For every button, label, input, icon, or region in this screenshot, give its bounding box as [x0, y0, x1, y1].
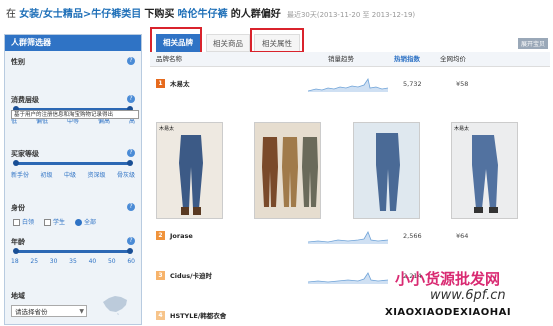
tick-label: 50 [107, 258, 116, 265]
tab-related-products[interactable]: 相关商品 [206, 34, 250, 52]
jeans-photo-icon [157, 123, 222, 218]
highlight-box [250, 28, 304, 53]
brand-name[interactable]: 木易太 [170, 74, 190, 94]
age-ticks: 18 25 30 35 40 50 60 [11, 258, 135, 265]
gender-tooltip: 基于用户的注册信息和淘宝购物记录得出 [11, 110, 139, 119]
help-icon[interactable]: ? [127, 57, 135, 65]
identity-options: 白领 学生 全部 [13, 217, 137, 226]
tick-label: 新手份 [11, 172, 30, 179]
tick-label: 骨灰级 [116, 172, 135, 179]
highlight-box [150, 27, 202, 54]
rank-badge: 2 [156, 231, 165, 240]
breadcrumb-mid: 下购买 [144, 9, 175, 20]
chevron-down-icon: ▼ [79, 308, 84, 315]
help-icon[interactable]: ? [127, 203, 135, 211]
tick-label: 25 [30, 258, 39, 265]
identity-option-white-collar[interactable]: 白领 [13, 217, 34, 226]
tick-label: 60 [127, 258, 135, 265]
sales-trend-sparkline [308, 77, 388, 92]
col-trend: 销量趋势 [328, 55, 354, 63]
product-thumbnail[interactable]: 木易太 [451, 122, 518, 219]
tick-label: 30 [49, 258, 58, 265]
crowd-filter-panel: 人群筛选器 性别 ? 基于用户的注册信息和淘宝购物记录得出 消费层级 ? 低 偏… [4, 34, 142, 325]
breadcrumb-prefix: 在 [6, 9, 16, 20]
tick-label: 18 [11, 258, 19, 265]
tick-label: 初级 [40, 172, 53, 179]
slider-handle-min[interactable] [13, 160, 19, 166]
tick-label: 35 [69, 258, 77, 265]
brand-name[interactable]: HSTYLE/韩都衣舍 [170, 306, 226, 326]
brand-name[interactable]: Jorase [170, 226, 193, 246]
help-icon[interactable]: ? [127, 237, 135, 245]
tick-label: 中级 [63, 172, 76, 179]
tick-label: 40 [88, 258, 97, 265]
option-label: 白领 [22, 219, 35, 226]
rank-badge: 1 [156, 79, 165, 88]
watermark-url: www.6pf.cn [430, 288, 506, 303]
help-icon[interactable]: ? [127, 149, 135, 157]
expand-products-button[interactable]: 展开宝贝 [517, 38, 548, 49]
hot-index: 5,732 [403, 80, 422, 88]
identity-option-all[interactable]: 全部 [75, 217, 96, 226]
option-label: 全部 [84, 219, 97, 226]
col-avg-price[interactable]: 全网均价 [440, 52, 466, 66]
gender-section: 性别 ? [11, 57, 135, 73]
checkbox[interactable] [44, 219, 52, 226]
rank-badge: 4 [156, 311, 165, 320]
product-thumbnail[interactable] [353, 122, 420, 219]
help-icon[interactable]: ? [127, 95, 135, 103]
tick-label: 资深级 [87, 172, 106, 179]
jeans-photo-icon [354, 123, 419, 218]
slider-handle-max[interactable] [127, 160, 133, 166]
slider-handle-min[interactable] [13, 248, 19, 254]
avg-price: ¥64 [456, 232, 469, 240]
buyer-level-label: 买家等级 [11, 150, 39, 158]
breadcrumb-brand-link[interactable]: 哈伦牛仔裤 [178, 9, 228, 20]
radio-selected[interactable] [75, 219, 83, 226]
col-brand: 品牌名称 [156, 55, 182, 63]
rank-badge: 3 [156, 271, 165, 280]
date-range: 最近30天(2013-11-20 至 2013-12-19) [286, 11, 416, 19]
watermark-logo: 小小货源批发网 [395, 270, 501, 288]
page-breadcrumb: 在 女装/女士精品>牛仔裤类目 下购买 哈伦牛仔裤 的人群偏好 最近30天(20… [6, 4, 415, 26]
jeans-photo-icon [255, 123, 320, 218]
slider-handle-max[interactable] [127, 248, 133, 254]
buyer-level-section: 买家等级 ? 新手份 初级 中级 资深级 骨灰级 [11, 149, 135, 181]
breadcrumb-category-link[interactable]: 女装/女士精品>牛仔裤类目 [19, 9, 141, 20]
province-select[interactable]: 请选择省份 ▼ [11, 305, 87, 317]
option-label: 学生 [53, 219, 66, 226]
sales-trend-sparkline [308, 231, 388, 244]
product-brand-tag: 木易太 [159, 126, 175, 132]
consumption-label: 消费层级 [11, 96, 39, 104]
product-thumbnail[interactable]: 木易太 [156, 122, 223, 219]
breadcrumb-suffix: 的人群偏好 [230, 9, 281, 20]
hot-index: 2,566 [403, 232, 422, 240]
age-slider[interactable] [13, 248, 133, 254]
product-thumbnail[interactable] [254, 122, 321, 219]
age-section: 年龄 ? 18 25 30 35 40 50 60 [11, 237, 135, 271]
buyer-level-ticks: 新手份 初级 中级 资深级 骨灰级 [11, 170, 135, 179]
province-select-value: 请选择省份 [15, 308, 48, 316]
gender-label: 性别 [11, 58, 25, 66]
brand-name[interactable]: Cidus/卡迪时 [170, 266, 212, 286]
table-header: 品牌名称 销量趋势 热销指数 全网均价 [150, 52, 550, 67]
identity-option-student[interactable]: 学生 [44, 217, 65, 226]
col-hot-index[interactable]: 热销指数 [394, 52, 420, 66]
avg-price: ¥58 [456, 80, 469, 88]
buyer-level-slider[interactable] [13, 160, 133, 166]
jeans-photo-icon [452, 123, 517, 218]
china-map-icon[interactable] [101, 293, 129, 315]
product-brand-tag: 木易太 [454, 126, 470, 132]
checkbox[interactable] [13, 219, 20, 226]
identity-label: 身份 [11, 204, 25, 212]
table-row[interactable]: 1 木易太 5,732 ¥58 [150, 74, 550, 94]
watermark-text: XIAOXIAODEXIAOHAI [385, 307, 512, 318]
table-row[interactable]: 2 Jorase 2,566 ¥64 [150, 226, 550, 246]
filter-panel-title: 人群筛选器 [5, 35, 141, 51]
sales-trend-sparkline [308, 272, 388, 284]
age-label: 年龄 [11, 238, 25, 246]
